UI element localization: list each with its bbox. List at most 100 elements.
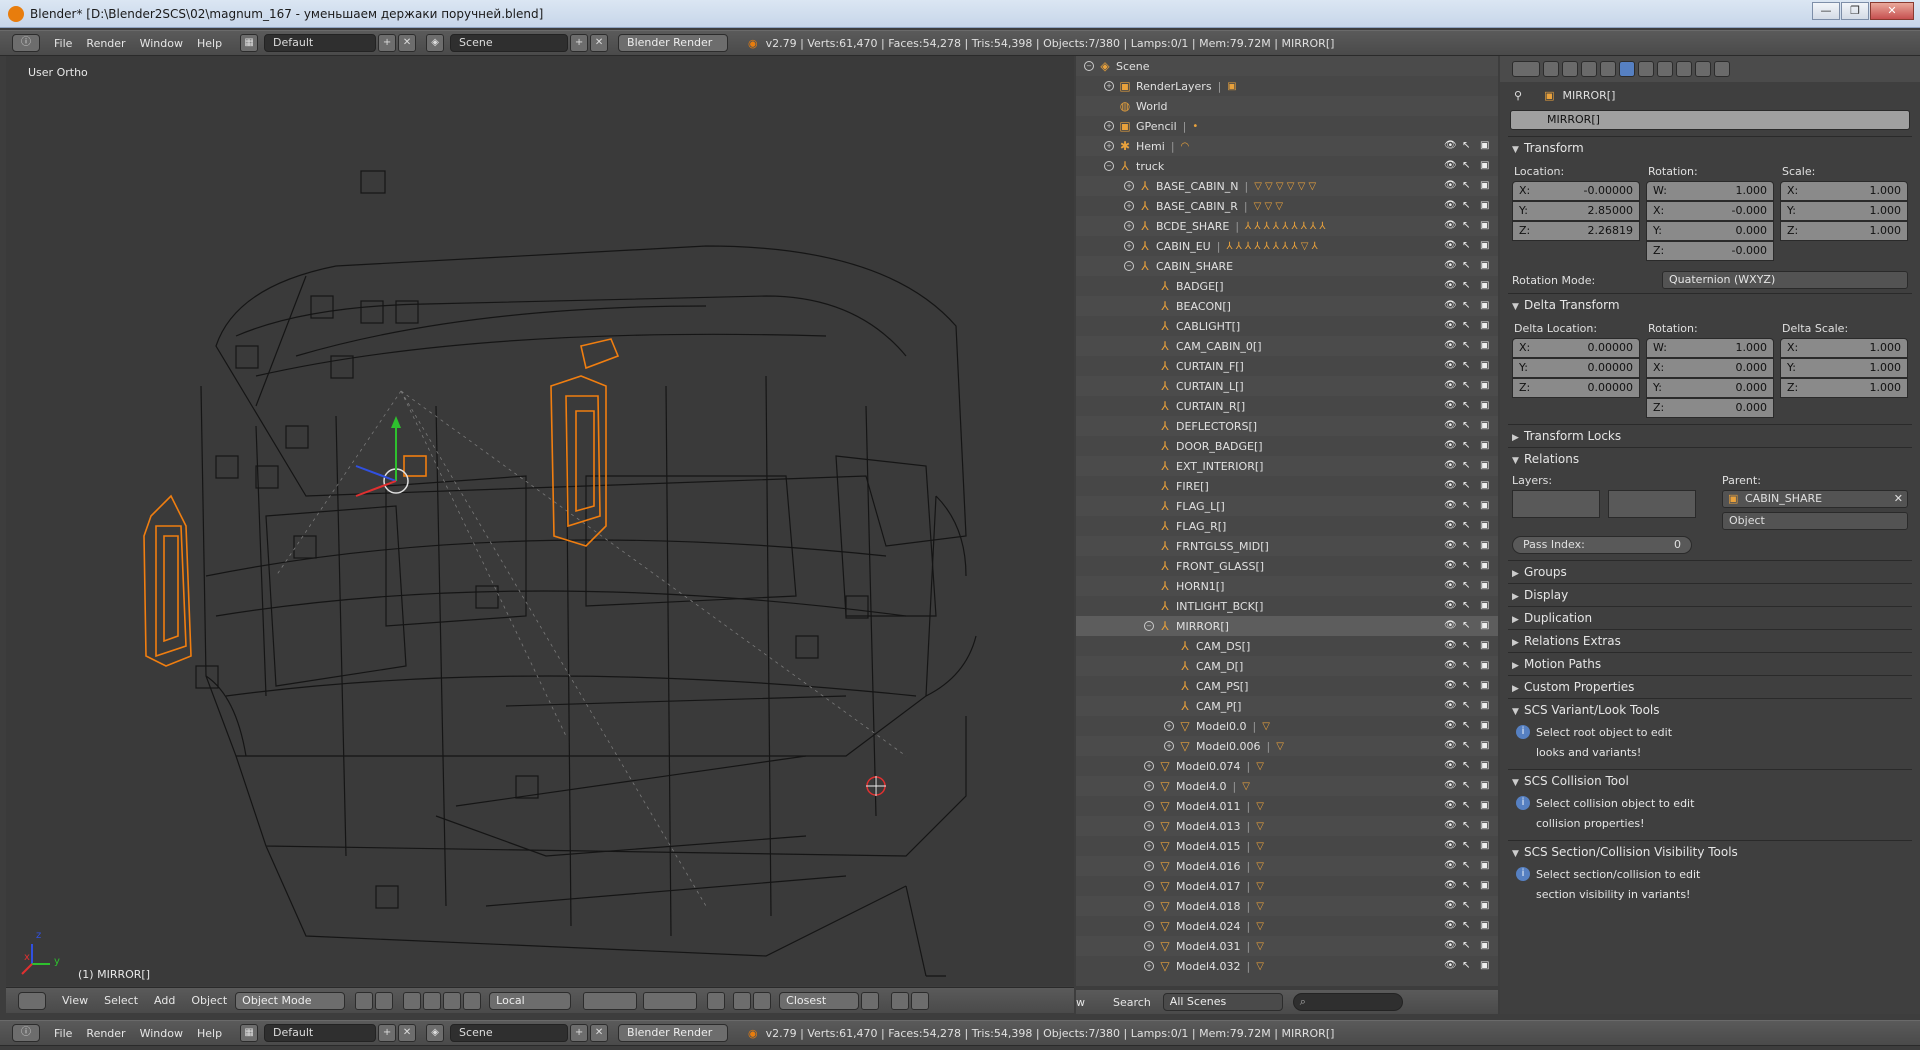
outliner-row[interactable]: ⅄ DEFLECTORS[] 👁︎ ↖ ▣ [1076, 416, 1498, 436]
collapse-icon[interactable]: − [1144, 621, 1154, 631]
select-arrow-icon[interactable]: ↖ [1462, 680, 1474, 692]
close-button[interactable]: ✕ [1870, 2, 1914, 20]
outliner-row[interactable]: − ◈ Scene [1076, 56, 1498, 76]
visibility-eye-icon[interactable]: 👁︎ [1444, 681, 1457, 691]
expand-icon[interactable]: + [1144, 861, 1154, 871]
outliner-row[interactable]: + ▽ Model0.074 | ▽ 👁︎ ↖ ▣ [1076, 756, 1498, 776]
pass-index-field[interactable]: Pass Index: 0 [1512, 536, 1692, 554]
visibility-eye-icon[interactable]: 👁︎ [1444, 261, 1457, 271]
number-field[interactable]: X: 1.000 [1780, 181, 1908, 201]
expand-icon[interactable]: + [1144, 841, 1154, 851]
outliner-row[interactable]: ⅄ CAM_D[] 👁︎ ↖ ▣ [1076, 656, 1498, 676]
outliner-row[interactable]: + ▽ Model4.013 | ▽ 👁︎ ↖ ▣ [1076, 816, 1498, 836]
outliner-row[interactable]: ⅄ FLAG_R[] 👁︎ ↖ ▣ [1076, 516, 1498, 536]
select-arrow-icon[interactable]: ↖ [1462, 920, 1474, 932]
render-camera-icon[interactable]: ▣ [1480, 460, 1492, 472]
render-camera-icon[interactable]: ▣ [1480, 800, 1492, 812]
outliner-row[interactable]: ⅄ BEACON[] 👁︎ ↖ ▣ [1076, 296, 1498, 316]
layout-icon[interactable]: ▦ [240, 1024, 259, 1042]
editor-type-button[interactable]: ⓘ [12, 34, 40, 52]
collapsed-panel-header[interactable]: ▶ Custom Properties [1508, 676, 1912, 698]
visibility-eye-icon[interactable]: 👁︎ [1444, 381, 1457, 391]
visibility-eye-icon[interactable]: 👁︎ [1444, 861, 1457, 871]
layers-grid[interactable] [583, 991, 638, 1010]
outliner-row[interactable]: + ▽ Model0.006 | ▽ 👁︎ ↖ ▣ [1076, 736, 1498, 756]
texture-tab-icon[interactable] [1714, 61, 1730, 77]
outliner-row[interactable]: ⅄ FRNTGLSS_MID[] 👁︎ ↖ ▣ [1076, 536, 1498, 556]
outliner-row[interactable]: − ⅄ CABIN_SHARE 👁︎ ↖ ▣ [1076, 256, 1498, 276]
visibility-eye-icon[interactable]: 👁︎ [1444, 221, 1457, 231]
world-tab-icon[interactable] [1600, 61, 1616, 77]
search-input[interactable]: ⌕ [1292, 993, 1403, 1011]
select-arrow-icon[interactable]: ↖ [1462, 940, 1474, 952]
child-icons[interactable]: ▽ [1256, 901, 1264, 912]
select-arrow-icon[interactable]: ↖ [1462, 420, 1474, 432]
outliner-row[interactable]: + ⅄ BASE_CABIN_N | ▽ ▽ ▽ ▽ ▽ ▽ 👁︎ ↖ ▣ [1076, 176, 1498, 196]
number-field[interactable]: Z: 0.00000 [1512, 378, 1640, 398]
outliner-row[interactable]: ⅄ CURTAIN_R[] 👁︎ ↖ ▣ [1076, 396, 1498, 416]
select-arrow-icon[interactable]: ↖ [1462, 900, 1474, 912]
visibility-eye-icon[interactable]: 👁︎ [1444, 561, 1457, 571]
child-icons[interactable]: ▽ [1242, 781, 1250, 792]
render-anim-button[interactable] [911, 991, 930, 1010]
render-camera-icon[interactable]: ▣ [1480, 780, 1492, 792]
render-engine-dropdown[interactable]: Blender Render [618, 1024, 729, 1042]
number-field[interactable]: Y: 0.000 [1646, 221, 1774, 241]
render-engine-dropdown[interactable]: Blender Render [618, 34, 729, 52]
render-camera-icon[interactable]: ▣ [1480, 840, 1492, 852]
child-icons[interactable]: ⅄ ⅄ ⅄ ⅄ ⅄ ⅄ ⅄ ⅄ ⅄ [1245, 221, 1325, 232]
render-camera-icon[interactable]: ▣ [1480, 480, 1492, 492]
outliner-row[interactable]: + ▽ Model0.0 | ▽ 👁︎ ↖ ▣ [1076, 716, 1498, 736]
expand-icon[interactable]: + [1144, 781, 1154, 791]
visibility-eye-icon[interactable]: 👁︎ [1444, 441, 1457, 451]
visibility-eye-icon[interactable]: 👁︎ [1444, 801, 1457, 811]
render-camera-icon[interactable]: ▣ [1480, 720, 1492, 732]
outliner-row[interactable]: + ⅄ BCDE_SHARE | ⅄ ⅄ ⅄ ⅄ ⅄ ⅄ ⅄ ⅄ ⅄ 👁︎ ↖ ▣ [1076, 216, 1498, 236]
outliner-row[interactable]: ⅄ CURTAIN_L[] 👁︎ ↖ ▣ [1076, 376, 1498, 396]
transform-panel-header[interactable]: ▼ Transform [1508, 137, 1912, 159]
render-camera-icon[interactable]: ▣ [1480, 580, 1492, 592]
visibility-eye-icon[interactable]: 👁︎ [1444, 401, 1457, 411]
render-camera-icon[interactable]: ▣ [1480, 960, 1492, 972]
menu-view[interactable]: View [62, 994, 88, 1007]
render-camera-icon[interactable]: ▣ [1480, 240, 1492, 252]
number-field[interactable]: X: 1.000 [1780, 338, 1908, 358]
layers-grid-a[interactable] [1512, 490, 1600, 518]
render-camera-icon[interactable]: ▣ [1480, 740, 1492, 752]
render-camera-icon[interactable]: ▣ [1480, 260, 1492, 272]
expand-icon[interactable]: + [1144, 761, 1154, 771]
select-arrow-icon[interactable]: ↖ [1462, 200, 1474, 212]
render-camera-icon[interactable]: ▣ [1480, 540, 1492, 552]
visibility-eye-icon[interactable]: 👁︎ [1444, 281, 1457, 291]
child-icons[interactable]: ▽ [1256, 941, 1264, 952]
relations-header[interactable]: ▼ Relations [1508, 448, 1912, 470]
child-icons[interactable]: ▽ [1256, 881, 1264, 892]
render-camera-icon[interactable]: ▣ [1480, 620, 1492, 632]
render-camera-icon[interactable]: ▣ [1480, 200, 1492, 212]
mode-dropdown[interactable]: Object Mode [235, 991, 346, 1010]
outliner-row[interactable]: ⅄ CURTAIN_F[] 👁︎ ↖ ▣ [1076, 356, 1498, 376]
visibility-eye-icon[interactable]: 👁︎ [1444, 941, 1457, 951]
select-arrow-icon[interactable]: ↖ [1462, 860, 1474, 872]
add-scene-button[interactable]: + [570, 1024, 589, 1042]
outliner-row[interactable]: + ▽ Model4.024 | ▽ 👁︎ ↖ ▣ [1076, 916, 1498, 936]
layers-grid-b[interactable] [1608, 490, 1696, 518]
render-camera-icon[interactable]: ▣ [1480, 660, 1492, 672]
render-camera-icon[interactable]: ▣ [1480, 500, 1492, 512]
number-field[interactable]: Z: 1.000 [1780, 378, 1908, 398]
render-camera-icon[interactable]: ▣ [1480, 440, 1492, 452]
remove-layout-button[interactable]: ✕ [398, 1024, 417, 1042]
outliner-row[interactable]: ⅄ EXT_INTERIOR[] 👁︎ ↖ ▣ [1076, 456, 1498, 476]
remove-scene-button[interactable]: ✕ [590, 1024, 609, 1042]
visibility-eye-icon[interactable]: 👁︎ [1444, 761, 1457, 771]
outliner-row[interactable]: + ▣ GPencil | • [1076, 116, 1498, 136]
outliner-row[interactable]: ⅄ CAM_P[] 👁︎ ↖ ▣ [1076, 696, 1498, 716]
outliner-row[interactable]: ⅄ DOOR_BADGE[] 👁︎ ↖ ▣ [1076, 436, 1498, 456]
editor-type-button[interactable]: ⓘ [12, 1024, 40, 1042]
select-arrow-icon[interactable]: ↖ [1462, 500, 1474, 512]
scene-icon[interactable]: ◈ [426, 34, 445, 52]
select-arrow-icon[interactable]: ↖ [1462, 300, 1474, 312]
render-camera-icon[interactable]: ▣ [1480, 280, 1492, 292]
number-field[interactable]: Y: 1.000 [1780, 358, 1908, 378]
visibility-eye-icon[interactable]: 👁︎ [1444, 741, 1457, 751]
